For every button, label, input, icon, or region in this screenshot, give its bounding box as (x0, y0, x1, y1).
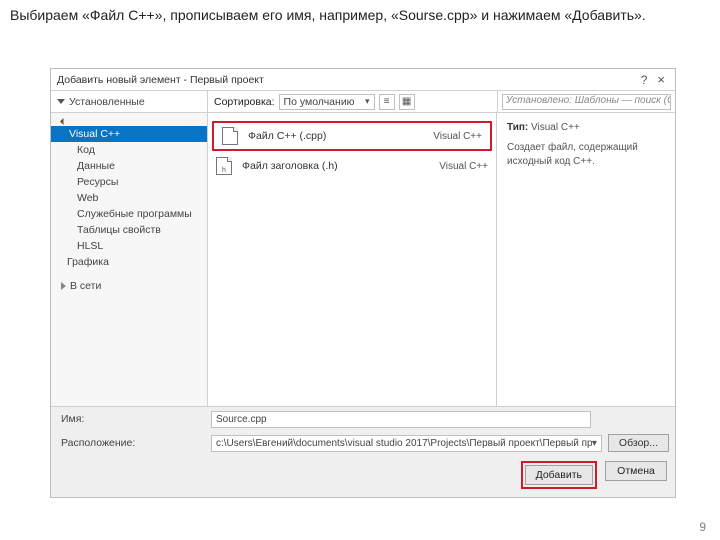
add-button[interactable]: Добавить (525, 465, 593, 485)
name-label: Имя: (57, 413, 205, 425)
tree-expander[interactable] (51, 117, 207, 126)
location-label: Расположение: (57, 437, 205, 449)
name-input[interactable]: Source.cpp (211, 411, 591, 428)
sidebar-item-utilities[interactable]: Служебные программы (51, 206, 207, 222)
cpp-file-icon (222, 127, 238, 145)
sidebar-item-label: Служебные программы (77, 208, 192, 220)
template-description: Создает файл, содержащий исходный код C+… (507, 141, 665, 169)
sidebar-item-resources[interactable]: Ресурсы (51, 174, 207, 190)
sidebar-item-code[interactable]: Код (51, 142, 207, 158)
sort-dropdown[interactable]: По умолчанию ▾ (279, 94, 375, 110)
tab-installed[interactable]: Установленные (51, 91, 208, 112)
sidebar-item-propsheets[interactable]: Таблицы свойств (51, 222, 207, 238)
sidebar-item-label: Visual C++ (69, 128, 120, 140)
sort-value: По умолчанию (284, 96, 355, 108)
dropdown-caret-icon: ▾ (365, 96, 370, 107)
sidebar-item-visual-cpp[interactable]: Visual C++ (51, 126, 207, 142)
tab-installed-label: Установленные (69, 96, 145, 108)
sidebar-item-data[interactable]: Данные (51, 158, 207, 174)
footer-buttons: Добавить Отмена (51, 455, 675, 497)
template-cpp-file[interactable]: Файл C++ (.cpp) Visual C++ (212, 121, 492, 151)
header-file-icon: h (216, 157, 232, 175)
description-pane: Тип: Visual C++ Создает файл, содержащий… (497, 113, 675, 406)
sort-area: Сортировка: По умолчанию ▾ ≡ ▦ (208, 91, 497, 112)
sidebar-item-label: Web (77, 192, 98, 204)
sidebar-item-graphics[interactable]: Графика (51, 254, 207, 270)
dialog-title: Добавить новый элемент - Первый проект (57, 74, 264, 86)
sidebar-item-label: Ресурсы (77, 176, 118, 188)
sidebar-item-label: HLSL (77, 240, 103, 252)
sidebar-item-label: Таблицы свойств (77, 224, 161, 236)
chevron-down-icon (57, 99, 65, 104)
sort-label: Сортировка: (214, 96, 275, 108)
help-button[interactable]: ? (635, 73, 654, 87)
search-input[interactable]: Установлено: Шаблоны — поиск (Ctr (502, 94, 671, 110)
template-header-file[interactable]: h Файл заголовка (.h) Visual C++ (208, 153, 496, 179)
titlebar: Добавить новый элемент - Первый проект ?… (51, 69, 675, 91)
template-lang: Visual C++ (433, 131, 482, 142)
add-button-highlight: Добавить (521, 461, 597, 489)
search-area: Установлено: Шаблоны — поиск (Ctr (497, 91, 675, 112)
sidebar-item-online[interactable]: В сети (51, 278, 207, 294)
sidebar-item-label: Данные (77, 160, 115, 172)
sidebar-item-web[interactable]: Web (51, 190, 207, 206)
type-label: Тип: (507, 122, 528, 133)
sidebar-item-label: Графика (67, 256, 109, 268)
template-lang: Visual C++ (439, 161, 488, 172)
location-input[interactable]: c:\Users\Евгений\documents\visual studio… (211, 435, 602, 452)
sidebar-item-hlsl[interactable]: HLSL (51, 238, 207, 254)
view-grid-icon[interactable]: ▦ (399, 94, 415, 110)
close-icon[interactable]: × (653, 72, 669, 87)
dropdown-caret-icon[interactable]: ▾ (592, 438, 597, 449)
bottom-form: Имя: Source.cpp Расположение: c:\Users\Е… (51, 406, 675, 497)
instruction-text: Выбираем «Файл C++», прописываем его имя… (0, 0, 720, 29)
chevron-closed-icon (61, 282, 66, 290)
template-label: Файл C++ (.cpp) (248, 130, 423, 142)
template-label: Файл заголовка (.h) (242, 160, 429, 172)
page-number: 9 (699, 520, 706, 534)
cancel-button[interactable]: Отмена (605, 461, 667, 481)
view-list-icon[interactable]: ≡ (379, 94, 395, 110)
sidebar-item-label: Код (77, 144, 95, 156)
type-value: Visual C++ (531, 122, 580, 133)
add-new-item-dialog: Добавить новый элемент - Первый проект ?… (50, 68, 676, 498)
main-area: Visual C++ Код Данные Ресурсы Web Служеб… (51, 113, 675, 406)
filter-bar: Установленные Сортировка: По умолчанию ▾… (51, 91, 675, 113)
category-tree: Visual C++ Код Данные Ресурсы Web Служеб… (51, 113, 208, 406)
browse-button[interactable]: Обзор... (608, 434, 669, 452)
template-list: Файл C++ (.cpp) Visual C++ h Файл заголо… (208, 113, 497, 406)
chevron-open-icon (60, 118, 67, 125)
sidebar-item-label: В сети (70, 280, 101, 292)
